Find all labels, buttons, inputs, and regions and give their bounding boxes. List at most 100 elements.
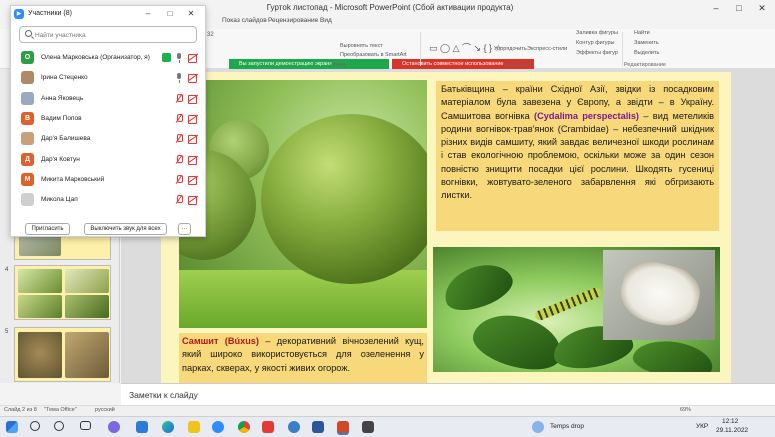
app-icon[interactable]: [362, 421, 374, 433]
select-button[interactable]: Выделить: [634, 50, 659, 56]
thumb-photo: [65, 332, 109, 378]
camera-off-icon[interactable]: [188, 135, 198, 145]
description-text-box[interactable]: Батьківщина – країни Східної Азії, звідк…: [436, 81, 719, 231]
thumb-photo: [65, 269, 109, 293]
shape-effects-button[interactable]: Эффекты фигур: [576, 50, 618, 56]
minimize-button[interactable]: –: [705, 1, 727, 15]
find-button[interactable]: Найти: [634, 30, 650, 36]
more-options-button[interactable]: ···: [178, 223, 191, 235]
panel-title: Участники (8): [28, 10, 72, 17]
slide-thumbnail-5[interactable]: [14, 265, 111, 320]
microphone-muted-icon[interactable]: [175, 113, 183, 124]
ribbon-divider: [622, 32, 623, 66]
camera-off-icon[interactable]: [188, 196, 198, 206]
thumb-photo: [18, 295, 62, 318]
status-bar: Слайд 2 из 8 "Тема Office" русский 69%: [0, 405, 775, 416]
microphone-muted-icon[interactable]: [175, 154, 183, 165]
edge-icon[interactable]: [162, 421, 174, 433]
yandex-icon[interactable]: [262, 421, 274, 433]
close-icon[interactable]: ✕: [185, 8, 197, 20]
weather-text[interactable]: Temps drop: [550, 423, 584, 430]
share-status-bar: Вы запустили демонстрацию экрана: [229, 59, 389, 69]
close-button[interactable]: ✕: [751, 1, 773, 15]
microphone-muted-icon[interactable]: [175, 195, 183, 205]
zoom-icon[interactable]: [212, 421, 224, 433]
camera-off-icon[interactable]: [188, 155, 198, 165]
participant-row[interactable]: Д Дар'я Ковтун: [11, 150, 205, 170]
participants-panel[interactable]: ▶ Участники (8) – □ ✕ О Олена Марковська …: [10, 5, 206, 237]
microphone-icon[interactable]: [175, 73, 183, 84]
shapes-gallery[interactable]: ▭ ◯ △ ⌒ ↘ { } ☆: [429, 41, 503, 54]
participant-name: Дар'я Балишева: [41, 135, 91, 143]
camera-off-icon[interactable]: [188, 74, 198, 84]
shape-outline-button[interactable]: Контур фигуры: [576, 40, 614, 46]
caterpillar-moth-photo[interactable]: [433, 247, 720, 372]
notes-pane[interactable]: Заметки к слайду: [121, 383, 775, 405]
chrome-icon[interactable]: [238, 421, 250, 433]
app-icon[interactable]: [288, 421, 300, 433]
slide-thumbnail-6[interactable]: [14, 327, 111, 382]
share-status-text: Вы запустили демонстрацию экрана: [239, 61, 333, 67]
app-icon[interactable]: [108, 421, 120, 433]
arrange-button[interactable]: Упорядочить: [494, 46, 527, 52]
search-input[interactable]: [35, 29, 193, 41]
minimize-icon[interactable]: –: [142, 8, 154, 20]
language-indicator[interactable]: русский: [95, 407, 115, 413]
participant-row[interactable]: О Олена Марковська (Организатор, я): [11, 48, 205, 68]
quick-styles-button[interactable]: Экспресс-стили: [527, 46, 567, 52]
microphone-icon[interactable]: [175, 53, 183, 63]
convert-smartart-button[interactable]: Преобразовать в SmartArt: [340, 52, 407, 58]
font-size-box[interactable]: 32: [207, 32, 214, 38]
microphone-muted-icon[interactable]: [175, 134, 183, 144]
word-icon[interactable]: [312, 421, 324, 433]
camera-off-icon[interactable]: [188, 94, 198, 104]
clock-time[interactable]: 12:12: [722, 418, 738, 425]
tab-review[interactable]: Рецензирование: [268, 17, 318, 24]
group-paragraph: Абзац: [330, 62, 346, 68]
slide-editor[interactable]: Батьківщина – країни Східної Азії, звідк…: [121, 69, 775, 383]
microphone-muted-icon[interactable]: [175, 174, 183, 185]
file-explorer-icon[interactable]: [188, 421, 200, 433]
input-language[interactable]: УКР: [696, 423, 708, 430]
maximize-icon[interactable]: □: [164, 8, 176, 20]
tab-view[interactable]: Вид: [320, 17, 332, 24]
mute-all-button[interactable]: Выключить звук для всех: [84, 223, 167, 235]
cortana-icon[interactable]: [54, 421, 64, 431]
avatar: [21, 193, 34, 207]
tab-slide-show[interactable]: Показ слайдов: [222, 17, 267, 24]
slide[interactable]: Батьківщина – країни Східної Азії, звідк…: [161, 72, 731, 383]
mail-icon[interactable]: [136, 421, 148, 433]
ribbon-divider: [420, 32, 421, 66]
search-icon[interactable]: [30, 421, 40, 431]
camera-off-icon[interactable]: [188, 175, 198, 185]
participant-row[interactable]: Ірина Стеценко: [11, 68, 205, 88]
start-icon[interactable]: [6, 421, 18, 433]
window-title: Гуртok листопад - Microsoft PowerPoint (…: [266, 3, 514, 12]
invite-button[interactable]: Пригласить: [25, 223, 70, 235]
clock-date[interactable]: 29.11.2022: [716, 427, 748, 434]
participant-search[interactable]: [19, 26, 197, 43]
participant-row[interactable]: Микола Цап: [11, 190, 205, 210]
shape-fill-button[interactable]: Заливка фигуры: [576, 30, 618, 36]
task-view-icon[interactable]: [80, 421, 91, 430]
camera-off-icon[interactable]: [188, 54, 198, 63]
participant-row[interactable]: Анна Яковець: [11, 89, 205, 109]
align-text-button[interactable]: Выровнять текст: [340, 43, 383, 49]
boxwood-photo[interactable]: [179, 80, 427, 328]
participant-row[interactable]: М Микита Марковський: [11, 170, 205, 190]
leaf: [630, 336, 716, 372]
leaf: [468, 306, 568, 372]
participant-row[interactable]: Дар'я Балишева: [11, 129, 205, 149]
participant-row[interactable]: В Вадим Попов: [11, 109, 205, 129]
replace-button[interactable]: Заменить: [634, 40, 659, 46]
zoom-level[interactable]: 69%: [680, 407, 691, 413]
thumb-photo: [18, 332, 62, 378]
participant-name: Анна Яковець: [41, 94, 84, 102]
boxwood-text-box[interactable]: Самшит (Búxus) – декоративний вічнозелен…: [179, 333, 427, 383]
maximize-button[interactable]: □: [728, 1, 750, 15]
avatar: В: [21, 111, 34, 125]
microphone-muted-icon[interactable]: [175, 93, 183, 104]
camera-off-icon[interactable]: [188, 114, 198, 124]
powerpoint-icon[interactable]: [337, 421, 349, 433]
panel-header: ▶ Участники (8) – □ ✕: [11, 6, 205, 22]
